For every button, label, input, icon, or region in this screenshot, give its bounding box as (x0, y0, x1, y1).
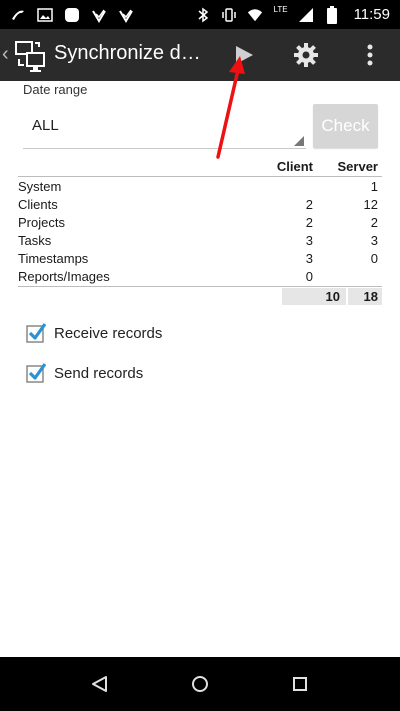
checkbox-checked-icon (26, 363, 46, 383)
table-row: Timestamps 3 0 (18, 249, 382, 267)
send-records-label: Send records (54, 364, 144, 382)
circle-app-icon (64, 7, 80, 23)
row-label: Projects (18, 215, 65, 230)
app-notification-icon (10, 7, 26, 23)
table-row: System 1 (18, 177, 382, 195)
wifi-icon (247, 7, 263, 23)
row-server: 2 (370, 215, 378, 230)
recents-square-icon (293, 677, 307, 691)
row-server: 12 (363, 197, 378, 212)
date-range-value: ALL (32, 117, 59, 134)
checkbox-checked-icon (26, 323, 46, 343)
receive-records-checkbox[interactable]: Receive records (26, 321, 162, 345)
start-sync-button[interactable] (218, 29, 270, 81)
more-vert-icon (367, 44, 373, 66)
sync-summary-table: Client Server System 1 Clients 2 12 Proj… (18, 158, 382, 305)
check-button[interactable]: Check (313, 104, 378, 148)
date-range-label: Date range (23, 82, 88, 97)
clock: 11:59 (353, 6, 390, 23)
battery-icon (324, 5, 340, 24)
row-client: 0 (305, 269, 313, 284)
totals-row: 10 18 (18, 287, 382, 305)
row-label: Tasks (18, 233, 52, 248)
table-row: Reports/Images 0 (18, 267, 382, 285)
row-label: System (18, 179, 62, 194)
settings-button[interactable] (280, 29, 332, 81)
table-row: Projects 2 2 (18, 213, 382, 231)
row-client: 2 (305, 215, 313, 230)
overflow-menu-button[interactable] (344, 29, 396, 81)
row-server: 0 (370, 251, 378, 266)
sync-app-icon[interactable] (12, 37, 48, 73)
image-icon (37, 7, 53, 23)
send-records-checkbox[interactable]: Send records (26, 361, 143, 385)
gear-icon (294, 43, 318, 67)
page-title: Synchronize da… (54, 42, 204, 64)
recents-button[interactable] (270, 657, 330, 711)
bluetooth-icon (195, 7, 211, 23)
check-icon (91, 7, 107, 23)
status-bar: LTE 11:59 (0, 0, 400, 29)
signal-icon (298, 7, 314, 23)
play-icon (236, 46, 253, 64)
row-label: Reports/Images (18, 269, 110, 284)
check-icon-2 (118, 7, 134, 23)
receive-records-label: Receive records (54, 324, 163, 342)
up-chevron-icon[interactable]: ‹ (2, 43, 9, 66)
network-type: LTE (273, 5, 288, 14)
row-server: 1 (370, 179, 378, 194)
row-client: 2 (305, 197, 313, 212)
home-circle-icon (192, 676, 208, 692)
date-range-spinner[interactable]: ALL (23, 104, 306, 149)
table-header: Client Server (18, 158, 382, 177)
back-button[interactable] (70, 657, 130, 711)
header-server: Server (337, 159, 378, 174)
home-button[interactable] (170, 657, 230, 711)
table-row: Tasks 3 3 (18, 231, 382, 249)
dropdown-triangle-icon (294, 136, 304, 146)
row-label: Clients (18, 197, 58, 212)
action-bar: ‹ Synchronize da… (0, 29, 400, 81)
table-row: Clients 2 12 (18, 195, 382, 213)
row-client: 3 (305, 251, 313, 266)
navigation-bar (0, 657, 400, 711)
total-client: 10 (282, 288, 346, 305)
header-client: Client (276, 159, 313, 174)
back-triangle-icon (92, 676, 107, 692)
vibrate-icon (221, 7, 237, 23)
row-server: 3 (370, 233, 378, 248)
row-client: 3 (305, 233, 313, 248)
total-server: 18 (348, 288, 382, 305)
row-label: Timestamps (18, 251, 89, 266)
